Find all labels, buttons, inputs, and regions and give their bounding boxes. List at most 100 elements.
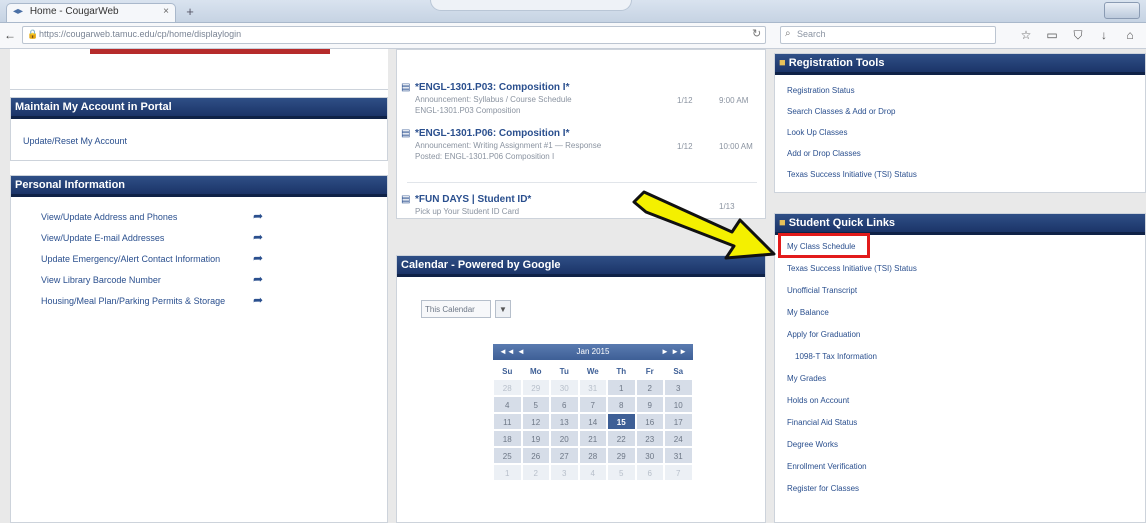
- calendar-day[interactable]: 10: [664, 396, 693, 413]
- shield-icon[interactable]: ⛉: [1070, 27, 1086, 43]
- right-column: ■ Registration Tools Registration Status…: [774, 49, 1146, 523]
- calendar-day[interactable]: 29: [607, 447, 636, 464]
- calendar-day[interactable]: 16: [635, 413, 664, 430]
- reload-icon[interactable]: ↻: [752, 27, 761, 40]
- calendar-dow: Tu: [550, 362, 579, 379]
- calendar-day[interactable]: 23: [635, 430, 664, 447]
- quick-link[interactable]: Financial Aid Status: [787, 418, 857, 427]
- new-tab-button[interactable]: +: [181, 4, 199, 20]
- calendar-day[interactable]: 31: [664, 447, 693, 464]
- calendar-day[interactable]: 3: [550, 464, 579, 481]
- calendar-select[interactable]: This Calendar: [421, 300, 491, 318]
- download-icon[interactable]: ↓: [1096, 27, 1112, 43]
- calendar-day[interactable]: 30: [550, 379, 579, 396]
- registration-link[interactable]: Add or Drop Classes: [787, 149, 861, 158]
- calendar-day[interactable]: 7: [664, 464, 693, 481]
- star-icon[interactable]: ☆: [1018, 27, 1034, 43]
- calendar-day[interactable]: 12: [521, 413, 550, 430]
- calendar-day[interactable]: 4: [578, 464, 607, 481]
- calendar-day[interactable]: 22: [607, 430, 636, 447]
- quick-link[interactable]: Holds on Account: [787, 396, 849, 405]
- course-subtitle: ENGL-1301.P03 Composition: [415, 106, 521, 115]
- search-input[interactable]: ⌕ Search: [780, 26, 996, 44]
- calendar-day[interactable]: 25: [493, 447, 522, 464]
- back-arrow-icon[interactable]: ←: [2, 27, 18, 43]
- browser-tab[interactable]: ◂▸ Home - CougarWeb ×: [6, 3, 176, 22]
- calendar-day[interactable]: 24: [664, 430, 693, 447]
- highlight-box: [778, 233, 870, 258]
- quick-link[interactable]: Unofficial Transcript: [787, 286, 857, 295]
- calendar-day[interactable]: 4: [493, 396, 522, 413]
- quick-link[interactable]: My Grades: [787, 374, 826, 383]
- account-link[interactable]: Update/Reset My Account: [23, 136, 127, 146]
- calendar-day[interactable]: 9: [635, 396, 664, 413]
- registration-link[interactable]: Search Classes & Add or Drop: [787, 107, 896, 116]
- external-link-icon[interactable]: ➦: [253, 252, 267, 264]
- chevron-down-icon[interactable]: ▼: [495, 300, 511, 318]
- calendar-day[interactable]: 31: [578, 379, 607, 396]
- calendar-day[interactable]: 18: [493, 430, 522, 447]
- calendar-day[interactable]: 7: [578, 396, 607, 413]
- course-title[interactable]: *ENGL-1301.P03: Composition I*: [415, 82, 755, 93]
- calendar-panel: Calendar - Powered by Google This Calend…: [396, 255, 766, 523]
- calendar-week-row: 4 5 6 7 8 9 10: [493, 396, 693, 413]
- calendar-day[interactable]: 28: [578, 447, 607, 464]
- tab-close-icon[interactable]: ×: [163, 6, 169, 17]
- folder-icon: ■: [779, 57, 789, 69]
- calendar-day[interactable]: 19: [521, 430, 550, 447]
- quick-link[interactable]: Register for Classes: [787, 484, 859, 493]
- next-month-icon[interactable]: ► ►►: [661, 344, 687, 360]
- calendar-day[interactable]: 29: [521, 379, 550, 396]
- account-panel: Maintain My Account in Portal Update/Res…: [10, 97, 388, 161]
- calendar-day[interactable]: 21: [578, 430, 607, 447]
- external-link-icon[interactable]: ➦: [253, 273, 267, 285]
- quick-link[interactable]: Degree Works: [787, 440, 838, 449]
- calendar-day[interactable]: 2: [635, 379, 664, 396]
- course-title[interactable]: *ENGL-1301.P06: Composition I*: [415, 128, 755, 139]
- calendar-day[interactable]: 13: [550, 413, 579, 430]
- calendar-day[interactable]: 6: [635, 464, 664, 481]
- calendar-day[interactable]: 2: [521, 464, 550, 481]
- external-link-icon[interactable]: ➦: [253, 294, 267, 306]
- calendar-day[interactable]: 27: [550, 447, 579, 464]
- calendar-day[interactable]: 1: [607, 379, 636, 396]
- calendar-dow: Su: [493, 362, 522, 379]
- calendar-day[interactable]: 5: [607, 464, 636, 481]
- calendar-day[interactable]: 8: [607, 396, 636, 413]
- clipboard-icon[interactable]: ▭: [1044, 27, 1060, 43]
- personal-link[interactable]: Update Emergency/Alert Contact Informati…: [41, 254, 220, 264]
- quick-link[interactable]: Enrollment Verification: [787, 462, 867, 471]
- calendar-day[interactable]: 6: [550, 396, 579, 413]
- external-link-icon[interactable]: ➦: [253, 231, 267, 243]
- calendar-day[interactable]: 30: [635, 447, 664, 464]
- calendar-day[interactable]: 28: [493, 379, 522, 396]
- registration-link[interactable]: Look Up Classes: [787, 128, 847, 137]
- calendar-icon: ▤: [401, 128, 411, 139]
- external-link-icon[interactable]: ➦: [253, 210, 267, 222]
- calendar-day[interactable]: 11: [493, 413, 522, 430]
- registration-link[interactable]: Texas Success Initiative (TSI) Status: [787, 170, 917, 179]
- personal-link[interactable]: View Library Barcode Number: [41, 275, 161, 285]
- calendar-day[interactable]: 1: [493, 464, 522, 481]
- registration-link[interactable]: Registration Status: [787, 86, 855, 95]
- calendar-dow: Mo: [521, 362, 550, 379]
- quick-link[interactable]: Apply for Graduation: [787, 330, 860, 339]
- address-bar[interactable]: 🔒 https://cougarweb.tamuc.edu/cp/home/di…: [22, 26, 766, 44]
- calendar-day[interactable]: 17: [664, 413, 693, 430]
- quick-link[interactable]: 1098-T Tax Information: [795, 352, 877, 361]
- calendar-day[interactable]: 26: [521, 447, 550, 464]
- course-date: 1/12: [677, 142, 693, 151]
- calendar-day[interactable]: 5: [521, 396, 550, 413]
- calendar-day[interactable]: 3: [664, 379, 693, 396]
- quick-link[interactable]: Texas Success Initiative (TSI) Status: [787, 264, 917, 273]
- personal-link[interactable]: View/Update Address and Phones: [41, 212, 177, 222]
- calendar-day[interactable]: 15: [607, 413, 636, 430]
- quick-link[interactable]: My Balance: [787, 308, 829, 317]
- course-subtitle: Announcement: Syllabus / Course Schedule: [415, 95, 572, 104]
- personal-link[interactable]: View/Update E-mail Addresses: [41, 233, 164, 243]
- personal-link[interactable]: Housing/Meal Plan/Parking Permits & Stor…: [41, 296, 225, 306]
- calendar-day[interactable]: 20: [550, 430, 579, 447]
- home-icon[interactable]: ⌂: [1122, 27, 1138, 43]
- window-controls[interactable]: [1104, 2, 1140, 19]
- calendar-day[interactable]: 14: [578, 413, 607, 430]
